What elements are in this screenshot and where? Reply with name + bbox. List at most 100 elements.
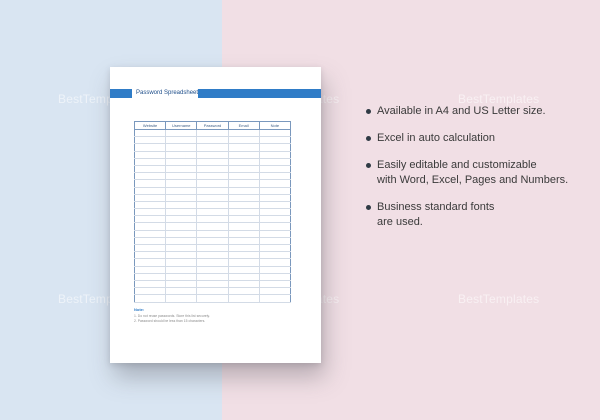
column-header-website: Website bbox=[133, 121, 167, 130]
table-cell bbox=[133, 136, 167, 145]
header-accent-right bbox=[198, 89, 321, 98]
table-cell bbox=[165, 265, 198, 274]
table-cell bbox=[165, 179, 198, 188]
table-cell bbox=[165, 258, 198, 267]
table-row bbox=[133, 128, 292, 138]
table-row bbox=[133, 258, 292, 267]
table-cell bbox=[133, 222, 167, 231]
table-cell bbox=[258, 157, 292, 166]
table-cell bbox=[196, 172, 229, 181]
table-cell bbox=[133, 208, 167, 217]
feature-item: Business standard fonts are used. bbox=[366, 200, 596, 230]
table-cell bbox=[258, 128, 292, 138]
table-header-row: Website Username Password Email Note bbox=[133, 121, 292, 130]
table-cell bbox=[227, 243, 260, 253]
feature-item: Easily editable and customizable with Wo… bbox=[366, 158, 596, 188]
table-cell bbox=[227, 179, 260, 188]
table-cell bbox=[196, 215, 229, 224]
table-row bbox=[133, 222, 292, 231]
bullet-icon bbox=[366, 109, 371, 114]
table-row bbox=[133, 229, 292, 238]
table-cell bbox=[133, 193, 167, 202]
table-row bbox=[133, 143, 292, 152]
table-cell bbox=[258, 229, 292, 238]
table-cell bbox=[165, 193, 198, 202]
table-cell bbox=[165, 236, 198, 246]
table-cell bbox=[227, 294, 260, 303]
table-row bbox=[133, 294, 292, 303]
table-cell bbox=[227, 258, 260, 267]
table-cell bbox=[196, 222, 229, 231]
table-row bbox=[133, 272, 292, 281]
table-cell bbox=[258, 258, 292, 267]
feature-text: Available in A4 and US Letter size. bbox=[377, 105, 546, 117]
table-cell bbox=[258, 279, 292, 289]
table-row bbox=[133, 251, 292, 260]
table-cell bbox=[165, 136, 198, 145]
table-row bbox=[133, 243, 292, 253]
table-cell bbox=[196, 157, 229, 166]
table-cell bbox=[133, 200, 167, 210]
table-row bbox=[133, 279, 292, 289]
watermark: BestTemplates bbox=[458, 292, 540, 306]
table-cell bbox=[133, 279, 167, 289]
table-row bbox=[133, 172, 292, 181]
table-cell bbox=[196, 193, 229, 202]
table-cell bbox=[196, 179, 229, 188]
table-cell bbox=[196, 279, 229, 289]
table-cell bbox=[196, 186, 229, 195]
table-cell bbox=[133, 258, 167, 267]
table-cell bbox=[133, 265, 167, 274]
table-cell bbox=[258, 172, 292, 181]
feature-item: Excel in auto calculation bbox=[366, 131, 596, 146]
table-cell bbox=[133, 272, 167, 281]
table-row bbox=[133, 164, 292, 174]
table-cell bbox=[196, 287, 229, 296]
table-cell bbox=[165, 215, 198, 224]
table-cell bbox=[227, 143, 260, 152]
table-cell bbox=[165, 143, 198, 152]
table-cell bbox=[258, 236, 292, 246]
table-cell bbox=[165, 157, 198, 166]
table-cell bbox=[258, 208, 292, 217]
table-cell bbox=[133, 215, 167, 224]
feature-item: Available in A4 and US Letter size. bbox=[366, 104, 596, 119]
table-cell bbox=[227, 279, 260, 289]
table-row bbox=[133, 287, 292, 296]
table-cell bbox=[258, 193, 292, 202]
table-cell bbox=[258, 222, 292, 231]
table-cell bbox=[165, 186, 198, 195]
table-cell bbox=[258, 136, 292, 145]
table-cell bbox=[196, 294, 229, 303]
table-cell bbox=[165, 222, 198, 231]
table-cell bbox=[165, 251, 198, 260]
table-cell bbox=[196, 200, 229, 210]
table-cell bbox=[227, 236, 260, 246]
table-cell bbox=[165, 287, 198, 296]
table-cell bbox=[227, 186, 260, 195]
table-cell bbox=[133, 186, 167, 195]
table-cell bbox=[165, 243, 198, 253]
table-cell bbox=[196, 229, 229, 238]
table-cell bbox=[258, 150, 292, 159]
table-row bbox=[133, 136, 292, 145]
column-header-email: Email bbox=[227, 121, 260, 130]
table-cell bbox=[258, 265, 292, 274]
bullet-icon bbox=[366, 205, 371, 210]
note-line: 2. Password should be less than 15 chara… bbox=[134, 319, 206, 323]
table-cell bbox=[196, 258, 229, 267]
table-row bbox=[133, 208, 292, 217]
table-row bbox=[133, 150, 292, 159]
feature-list: Available in A4 and US Letter size. Exce… bbox=[366, 104, 596, 242]
table-cell bbox=[133, 229, 167, 238]
table-cell bbox=[196, 164, 229, 174]
table-cell bbox=[196, 243, 229, 253]
table-row bbox=[133, 236, 292, 246]
table-cell bbox=[227, 265, 260, 274]
table-cell bbox=[227, 287, 260, 296]
table-cell bbox=[258, 272, 292, 281]
table-cell bbox=[258, 200, 292, 210]
table-row bbox=[133, 186, 292, 195]
header-accent-left bbox=[110, 89, 132, 98]
table-cell bbox=[133, 287, 167, 296]
